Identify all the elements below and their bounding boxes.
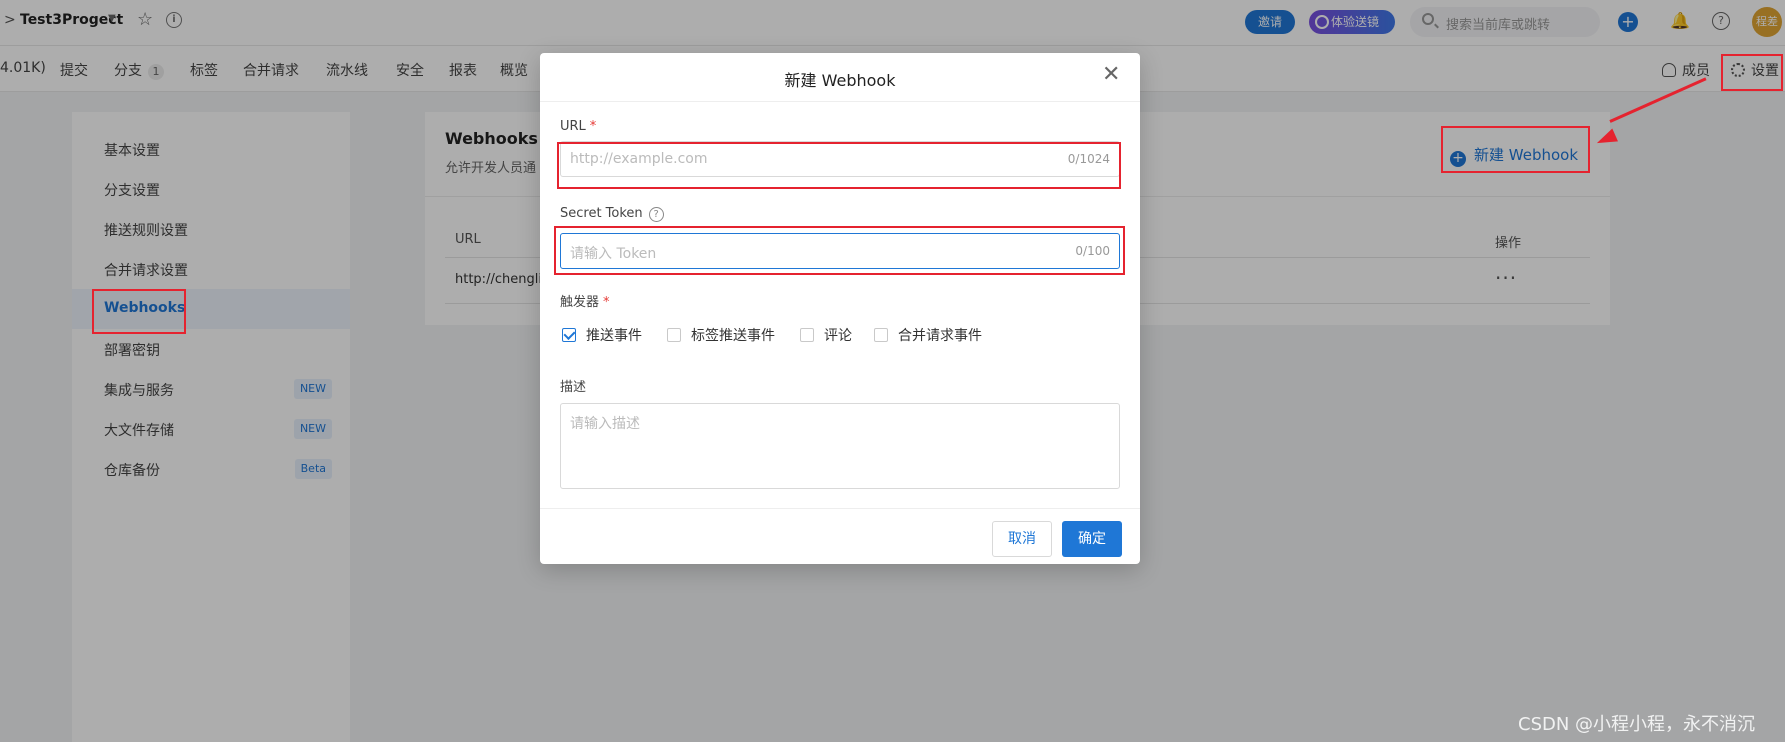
checkbox-icon — [800, 328, 814, 342]
trigger-comment-checkbox[interactable]: 评论 — [800, 325, 852, 345]
trigger-label: 触发器 * — [560, 291, 610, 310]
highlight-url-field — [557, 142, 1121, 189]
confirm-button[interactable]: 确定 — [1062, 521, 1122, 557]
trigger-merge-request-label: 合并请求事件 — [898, 328, 982, 344]
required-mark: * — [589, 119, 597, 134]
trigger-merge-request-checkbox[interactable]: 合并请求事件 — [874, 325, 982, 345]
dialog-header: 新建 Webhook ✕ — [540, 53, 1140, 102]
highlight-settings-link — [1721, 54, 1783, 91]
new-webhook-dialog: 新建 Webhook ✕ URL * http://example.com 0/1… — [540, 53, 1140, 564]
checkbox-checked-icon — [562, 328, 576, 342]
dialog-footer: 取消 确定 — [540, 508, 1140, 564]
token-label: Secret Token? — [560, 206, 664, 222]
trigger-label-text: 触发器 — [560, 295, 600, 310]
checkbox-icon — [874, 328, 888, 342]
description-placeholder: 请输入描述 — [570, 416, 640, 432]
description-label: 描述 — [560, 380, 587, 395]
url-label: URL * — [560, 119, 596, 134]
question-icon[interactable]: ? — [648, 207, 664, 222]
highlight-new-webhook-button — [1441, 126, 1590, 173]
dialog-title: 新建 Webhook — [784, 71, 896, 90]
highlight-token-field — [554, 226, 1125, 275]
description-textarea[interactable]: 请输入描述 — [560, 403, 1120, 489]
trigger-push-label: 推送事件 — [586, 328, 642, 344]
cancel-button[interactable]: 取消 — [992, 521, 1052, 557]
close-icon[interactable]: ✕ — [1102, 63, 1120, 87]
highlight-webhooks-menu — [92, 289, 186, 334]
watermark: CSDN @小程小程，永不消沉 — [1518, 714, 1756, 735]
url-label-text: URL — [560, 119, 586, 134]
trigger-tag-push-label: 标签推送事件 — [691, 328, 775, 344]
trigger-comment-label: 评论 — [824, 328, 852, 344]
required-mark: * — [603, 295, 610, 310]
trigger-push-checkbox[interactable]: 推送事件 — [562, 325, 642, 345]
token-label-text: Secret Token — [560, 206, 643, 221]
checkbox-icon — [667, 328, 681, 342]
trigger-tag-push-checkbox[interactable]: 标签推送事件 — [667, 325, 775, 345]
